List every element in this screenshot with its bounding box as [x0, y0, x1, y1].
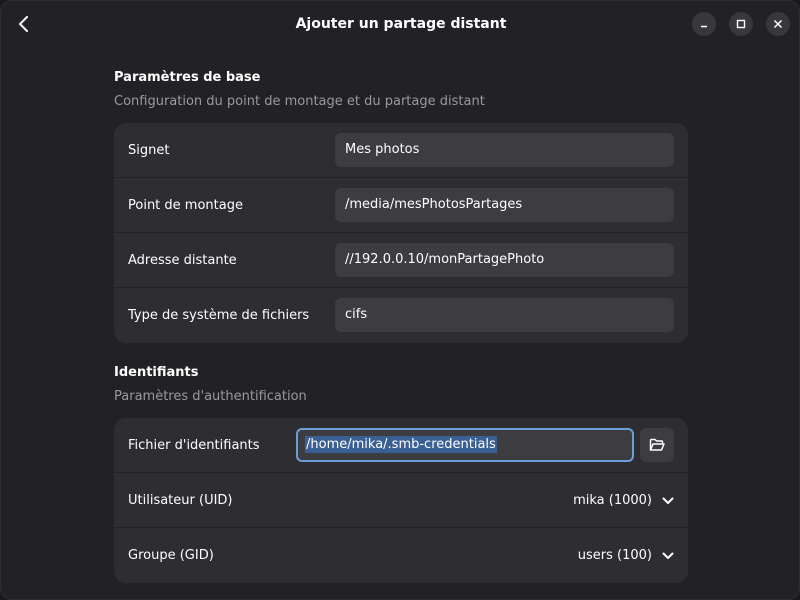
go-previous-icon	[19, 16, 28, 32]
credentials-section-subtitle: Paramètres d'authentification	[114, 389, 307, 404]
close-button[interactable]	[766, 12, 790, 36]
window-maximize-icon	[736, 19, 746, 29]
remote-address-row: Adresse distante //192.0.0.10/monPartage…	[114, 233, 688, 288]
mount-point-label: Point de montage	[128, 198, 243, 213]
group-dropdown[interactable]: users (100)	[578, 528, 674, 583]
group-value: users (100)	[577, 548, 652, 563]
remote-address-input[interactable]: //192.0.0.10/monPartagePhoto	[335, 243, 674, 277]
bookmark-input[interactable]: Mes photos	[335, 133, 674, 167]
basic-section-subtitle: Configuration du point de montage et du …	[114, 94, 485, 109]
credentials-file-label: Fichier d'identifiants	[128, 438, 260, 453]
credentials-file-value: /home/mika/.smb-credentials	[305, 436, 497, 453]
basic-section-title: Paramètres de base	[114, 70, 261, 85]
browse-folder-button[interactable]	[640, 428, 674, 462]
chevron-down-icon	[662, 552, 674, 559]
group-row[interactable]: Groupe (GID) users (100)	[114, 528, 688, 583]
headerbar: Ajouter un partage distant	[1, 1, 799, 47]
credentials-file-row: Fichier d'identifiants /home/mika/.smb-c…	[114, 418, 688, 473]
bookmark-row: Signet Mes photos	[114, 123, 688, 178]
mount-point-input[interactable]: /media/mesPhotosPartages	[335, 188, 674, 222]
maximize-button[interactable]	[729, 12, 753, 36]
dialog-window: Ajouter un partage distant Paramètres de…	[0, 0, 800, 600]
group-label: Groupe (GID)	[128, 548, 214, 563]
window-title: Ajouter un partage distant	[295, 16, 507, 32]
filesystem-type-label: Type de système de fichiers	[128, 308, 310, 323]
remote-address-label: Adresse distante	[128, 253, 237, 268]
credentials-card: Fichier d'identifiants /home/mika/.smb-c…	[114, 418, 688, 583]
mount-point-row: Point de montage /media/mesPhotosPartage…	[114, 178, 688, 233]
folder-open-icon	[649, 438, 665, 451]
window-minimize-icon	[701, 25, 707, 28]
minimize-button[interactable]	[692, 12, 716, 36]
user-dropdown[interactable]: mika (1000)	[573, 473, 674, 528]
credentials-file-input[interactable]: /home/mika/.smb-credentials	[296, 428, 634, 462]
back-button[interactable]	[9, 9, 39, 39]
filesystem-type-row: Type de système de fichiers cifs	[114, 288, 688, 343]
filesystem-type-input[interactable]: cifs	[335, 298, 674, 332]
user-label: Utilisateur (UID)	[128, 493, 233, 508]
window-close-icon	[773, 19, 783, 29]
credentials-section-title: Identifiants	[114, 365, 199, 380]
basic-settings-card: Signet Mes photos Point de montage /medi…	[114, 123, 688, 343]
user-row[interactable]: Utilisateur (UID) mika (1000)	[114, 473, 688, 528]
chevron-down-icon	[662, 497, 674, 504]
user-value: mika (1000)	[573, 493, 652, 508]
bookmark-label: Signet	[128, 143, 170, 158]
